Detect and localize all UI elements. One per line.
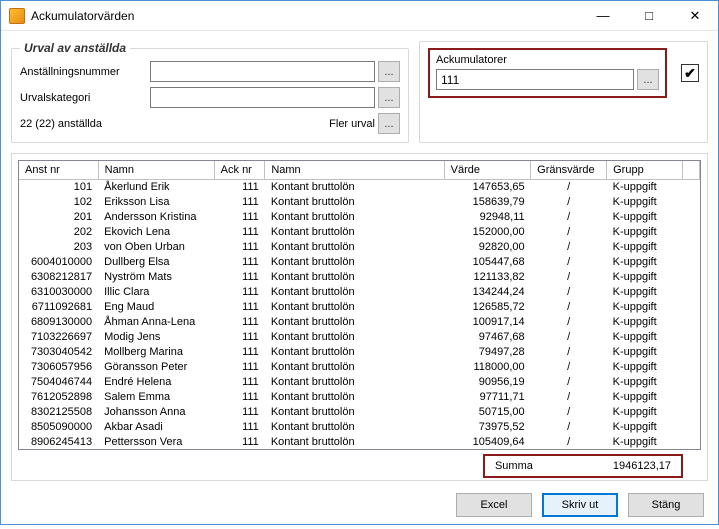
ack-highlight-box: Ackumulatorer ... <box>428 48 667 98</box>
table-row[interactable]: 6308212817Nyström Mats111Kontant bruttol… <box>19 269 700 284</box>
table-row[interactable]: 6310030000Illic Clara111Kontant bruttolö… <box>19 284 700 299</box>
col-namn1[interactable]: Namn <box>98 161 214 179</box>
ack-label: Ackumulatorer <box>436 54 659 66</box>
close-window-button[interactable]: Stäng <box>628 493 704 517</box>
window-title: Ackumulatorvärden <box>31 9 580 23</box>
excel-button[interactable]: Excel <box>456 493 532 517</box>
col-acknr[interactable]: Ack nr <box>214 161 265 179</box>
sum-value: 1946123,17 <box>613 460 671 472</box>
app-icon <box>9 8 25 24</box>
col-varde[interactable]: Värde <box>444 161 531 179</box>
data-table[interactable]: Anst nr Namn Ack nr Namn Värde Gränsvärd… <box>19 161 700 449</box>
print-button[interactable]: Skriv ut <box>542 493 618 517</box>
table-row[interactable]: 102Eriksson Lisa111Kontant bruttolön1586… <box>19 194 700 209</box>
col-spacer <box>683 161 700 179</box>
col-grans[interactable]: Gränsvärde <box>531 161 607 179</box>
anst-browse-button[interactable]: ... <box>378 61 400 82</box>
grid-panel: Anst nr Namn Ack nr Namn Värde Gränsvärd… <box>11 153 708 481</box>
minimize-button[interactable]: — <box>580 1 626 30</box>
close-button[interactable]: ✕ <box>672 1 718 30</box>
titlebar: Ackumulatorvärden — □ ✕ <box>1 1 718 31</box>
sum-label: Summa <box>495 460 533 472</box>
kat-browse-button[interactable]: ... <box>378 87 400 108</box>
table-row[interactable]: 203von Oben Urban111Kontant bruttolön928… <box>19 239 700 254</box>
ack-check-icon[interactable]: ✔ <box>681 64 699 82</box>
table-row[interactable]: 101Åkerlund Erik111Kontant bruttolön1476… <box>19 179 700 194</box>
anst-input[interactable] <box>150 61 375 82</box>
fler-urval-button[interactable]: ... <box>378 113 400 134</box>
table-row[interactable]: 202Ekovich Lena111Kontant bruttolön15200… <box>19 224 700 239</box>
col-grupp[interactable]: Grupp <box>607 161 683 179</box>
table-row[interactable]: 6711092681Eng Maud111Kontant bruttolön12… <box>19 299 700 314</box>
ack-browse-button[interactable]: ... <box>637 69 659 90</box>
table-row[interactable]: 7103226697Modig Jens111Kontant bruttolön… <box>19 329 700 344</box>
table-row[interactable]: 6809130000Åhman Anna-Lena111Kontant brut… <box>19 314 700 329</box>
table-row[interactable]: 7504046744Endré Helena111Kontant bruttol… <box>19 374 700 389</box>
table-row[interactable]: 8505090000Akbar Asadi111Kontant bruttolö… <box>19 419 700 434</box>
anst-label: Anställningsnummer <box>20 66 150 78</box>
col-anstnr[interactable]: Anst nr <box>19 161 98 179</box>
table-row[interactable]: 8906245413Pettersson Vera111Kontant brut… <box>19 434 700 449</box>
sum-box: Summa 1946123,17 <box>483 454 683 478</box>
table-row[interactable]: 201Andersson Kristina111Kontant bruttolö… <box>19 209 700 224</box>
window-buttons: — □ ✕ <box>580 1 718 30</box>
kat-label: Urvalskategori <box>20 92 150 104</box>
ack-panel: Ackumulatorer ... ✔ <box>419 41 708 143</box>
footer: Excel Skriv ut Stäng <box>1 481 718 529</box>
table-row[interactable]: 6004010000Dullberg Elsa111Kontant brutto… <box>19 254 700 269</box>
ack-input[interactable] <box>436 69 634 90</box>
urval-legend: Urval av anställda <box>20 41 130 55</box>
maximize-button[interactable]: □ <box>626 1 672 30</box>
col-namn2[interactable]: Namn <box>265 161 444 179</box>
table-row[interactable]: 7612052898Salem Emma111Kontant bruttolön… <box>19 389 700 404</box>
table-row[interactable]: 8302125508Johansson Anna111Kontant brutt… <box>19 404 700 419</box>
grid-wrap: Anst nr Namn Ack nr Namn Värde Gränsvärd… <box>18 160 701 450</box>
kat-input[interactable] <box>150 87 375 108</box>
fler-urval-link[interactable]: Fler urval <box>329 118 375 130</box>
anstallda-count: 22 (22) anställda <box>20 118 329 130</box>
table-row[interactable]: 7306057956Göransson Peter111Kontant brut… <box>19 359 700 374</box>
table-row[interactable]: 7303040542Mollberg Marina111Kontant brut… <box>19 344 700 359</box>
urval-panel: Urval av anställda Anställningsnummer ..… <box>11 41 409 143</box>
